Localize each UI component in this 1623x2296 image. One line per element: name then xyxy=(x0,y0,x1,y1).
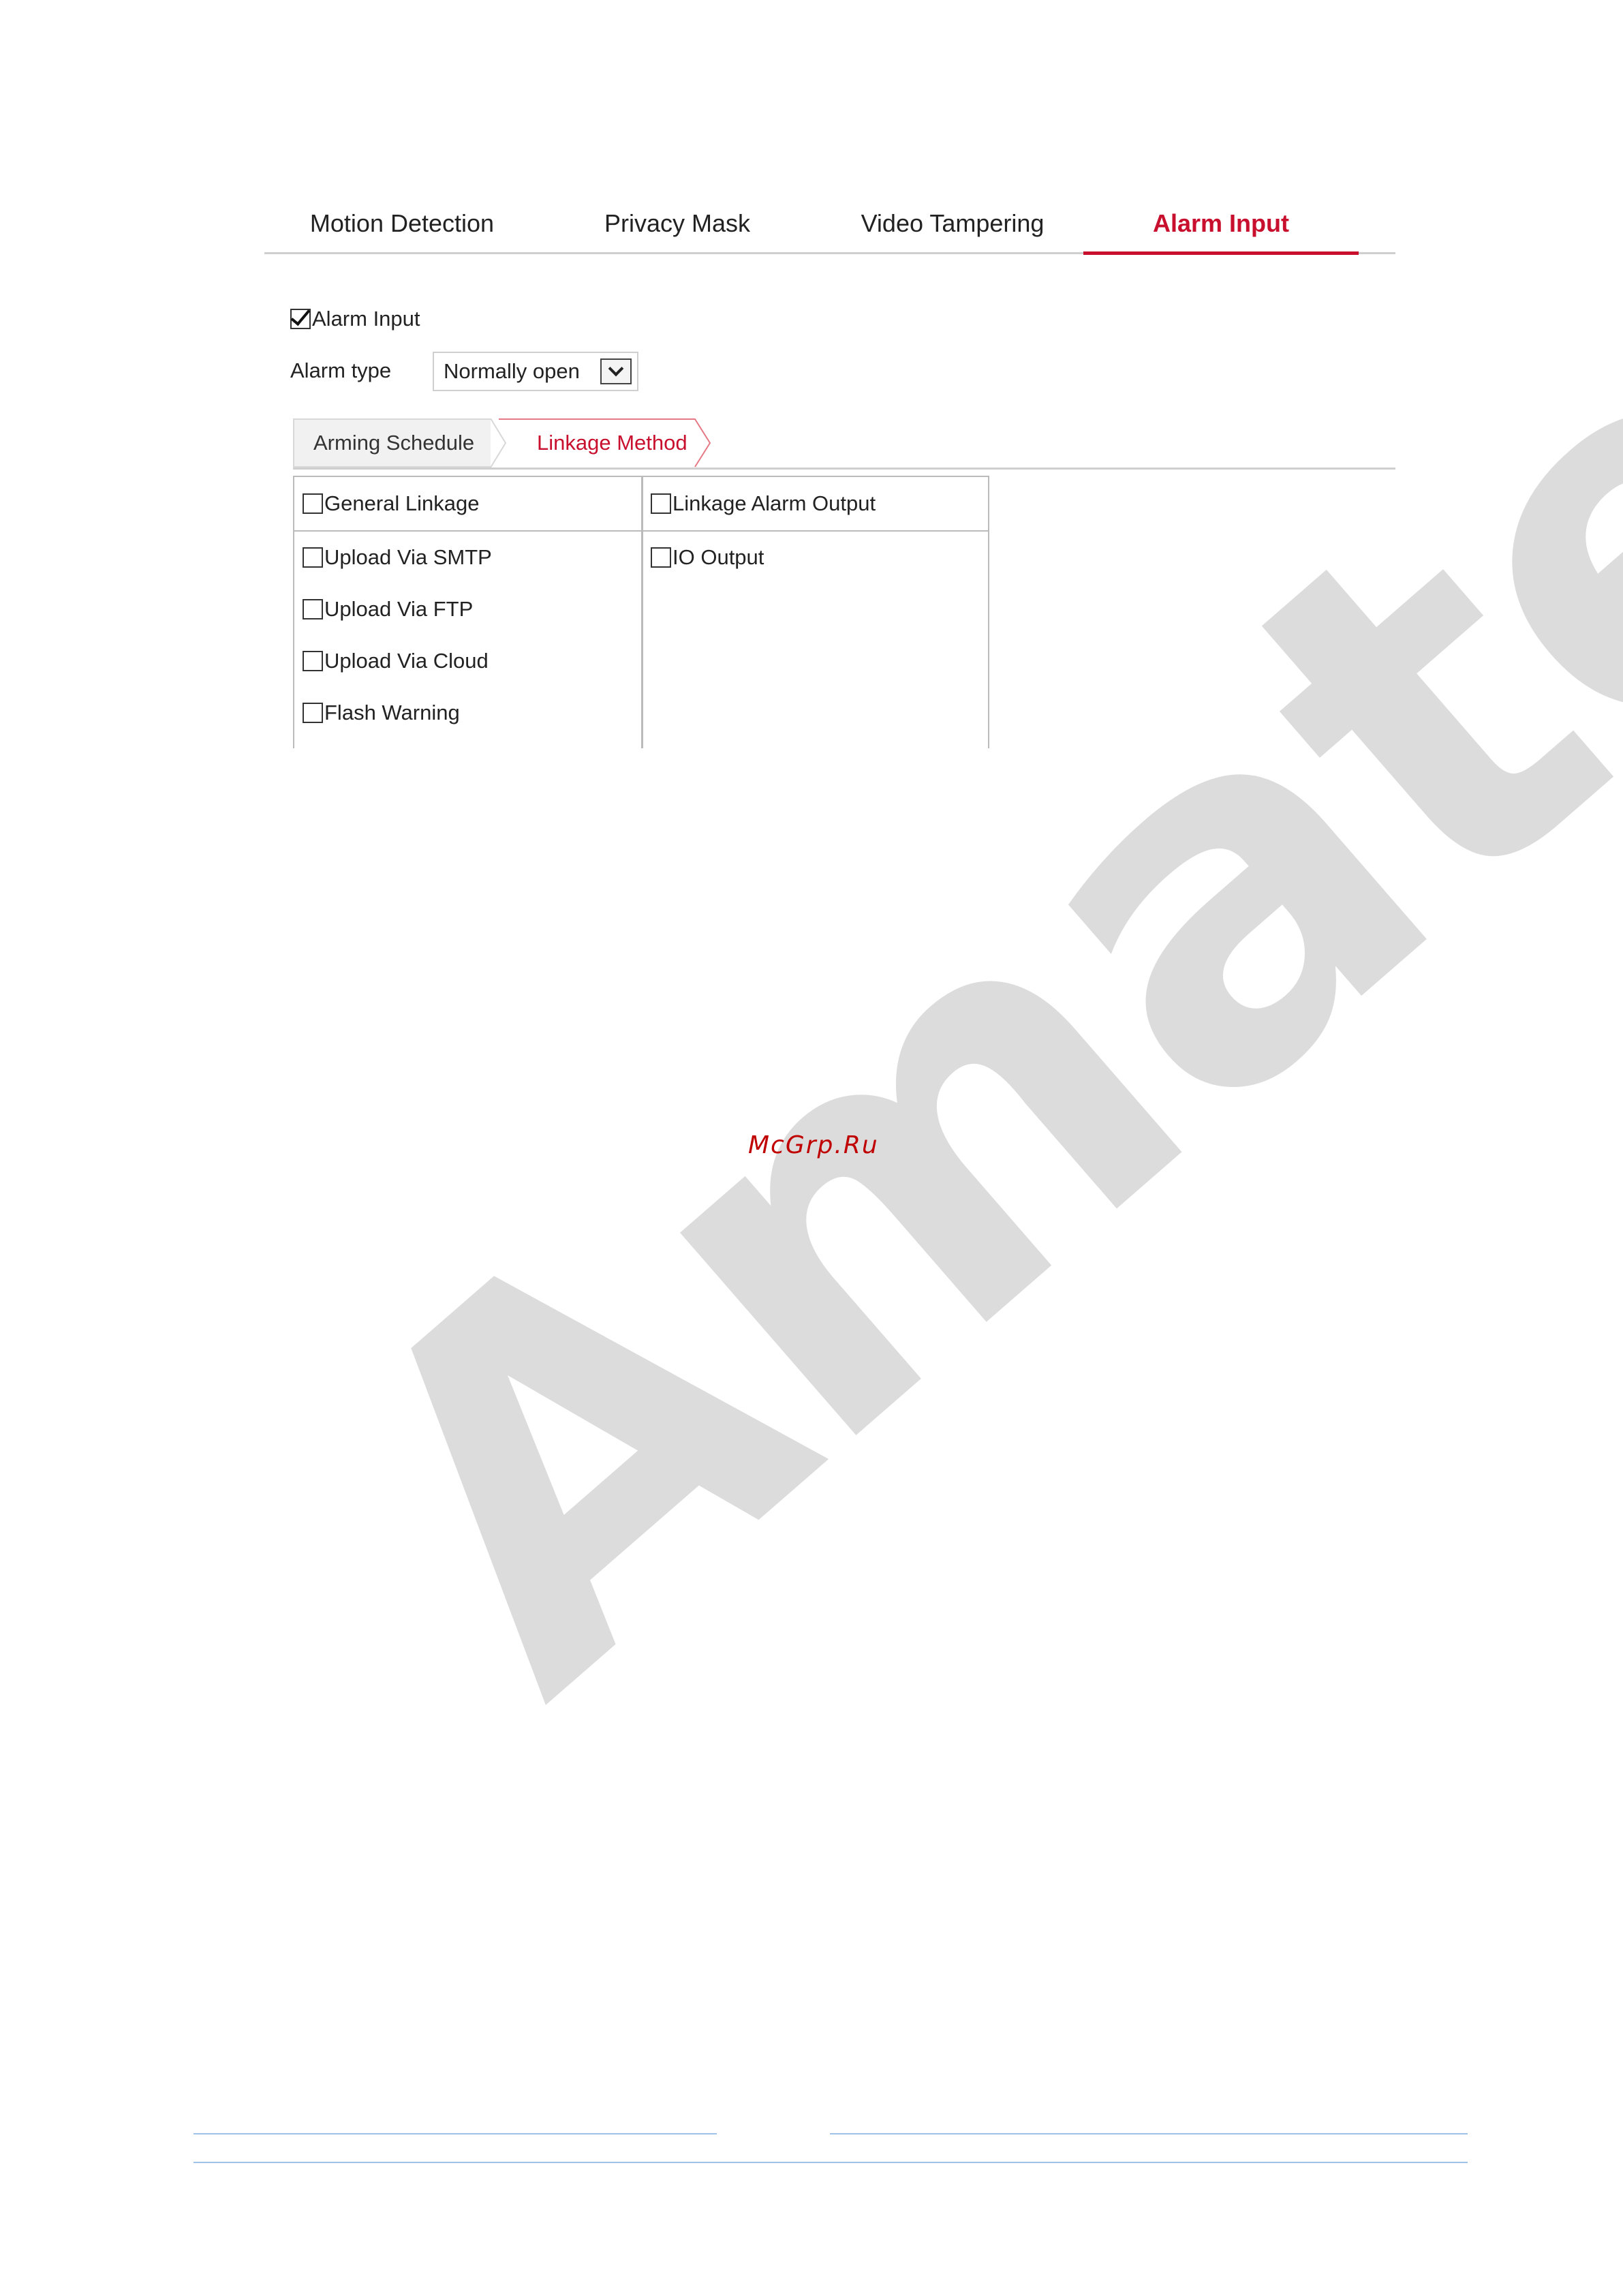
linkage-alarm-output-checkbox[interactable] xyxy=(651,493,671,514)
upload-smtp-label: Upload Via SMTP xyxy=(324,545,492,569)
upload-cloud-checkbox[interactable] xyxy=(303,651,323,671)
tab-privacy-mask[interactable]: Privacy Mask xyxy=(540,198,815,252)
subtab-linkage-method[interactable]: Linkage Method xyxy=(491,418,715,468)
linkage-subtabs: Arming Schedule Linkage Method xyxy=(293,418,1395,470)
tab-alarm-input[interactable]: Alarm Input xyxy=(1083,198,1359,255)
alarm-type-label: Alarm type xyxy=(290,358,392,382)
tab-motion-detection[interactable]: Motion Detection xyxy=(264,198,540,252)
list-item: Upload Via Cloud xyxy=(294,635,641,687)
general-linkage-checkbox[interactable] xyxy=(303,493,323,514)
flash-warning-checkbox[interactable] xyxy=(303,703,323,723)
tab-video-tampering[interactable]: Video Tampering xyxy=(815,198,1090,252)
io-output-label: IO Output xyxy=(673,545,764,569)
footer-rule-right xyxy=(830,2133,1468,2134)
upload-ftp-checkbox[interactable] xyxy=(303,599,323,619)
general-linkage-label: General Linkage xyxy=(324,491,480,515)
alarm-input-label: Alarm Input xyxy=(312,306,420,331)
alarm-type-value: Normally open xyxy=(444,359,580,383)
list-item: IO Output xyxy=(643,532,989,583)
upload-ftp-label: Upload Via FTP xyxy=(324,597,474,621)
site-watermark: McGrp.Ru xyxy=(748,1131,879,1159)
linkage-alarm-output-label: Linkage Alarm Output xyxy=(673,491,876,515)
linkage-alarm-output-header: Linkage Alarm Output xyxy=(643,477,989,532)
chevron-down-icon[interactable] xyxy=(600,358,632,384)
watermark-logo: Amatek xyxy=(245,1,1623,1794)
list-item: Upload Via FTP xyxy=(294,583,641,635)
subtab-linkage-method-label: Linkage Method xyxy=(537,431,687,455)
footer-rule-bottom xyxy=(194,2162,1468,2163)
detection-tabs: Motion Detection Privacy Mask Video Tamp… xyxy=(264,198,1395,255)
io-output-checkbox[interactable] xyxy=(651,547,671,568)
list-item: Flash Warning xyxy=(294,687,641,739)
upload-smtp-checkbox[interactable] xyxy=(303,547,323,568)
alarm-type-select[interactable]: Normally open xyxy=(433,352,638,391)
alarm-input-checkbox[interactable] xyxy=(290,308,311,329)
flash-warning-label: Flash Warning xyxy=(324,701,460,724)
alarm-output-column: Linkage Alarm Output IO Output xyxy=(643,477,989,748)
general-linkage-column: General Linkage Upload Via SMTP Upload V… xyxy=(294,477,643,748)
list-item: Upload Via SMTP xyxy=(294,532,641,583)
linkage-table: General Linkage Upload Via SMTP Upload V… xyxy=(293,476,989,748)
subtab-arming-schedule[interactable]: Arming Schedule xyxy=(293,418,491,468)
alarm-input-row: Alarm Input xyxy=(290,305,420,331)
general-linkage-header: General Linkage xyxy=(294,477,641,532)
footer-rule-left xyxy=(194,2133,717,2134)
upload-cloud-label: Upload Via Cloud xyxy=(324,649,489,673)
